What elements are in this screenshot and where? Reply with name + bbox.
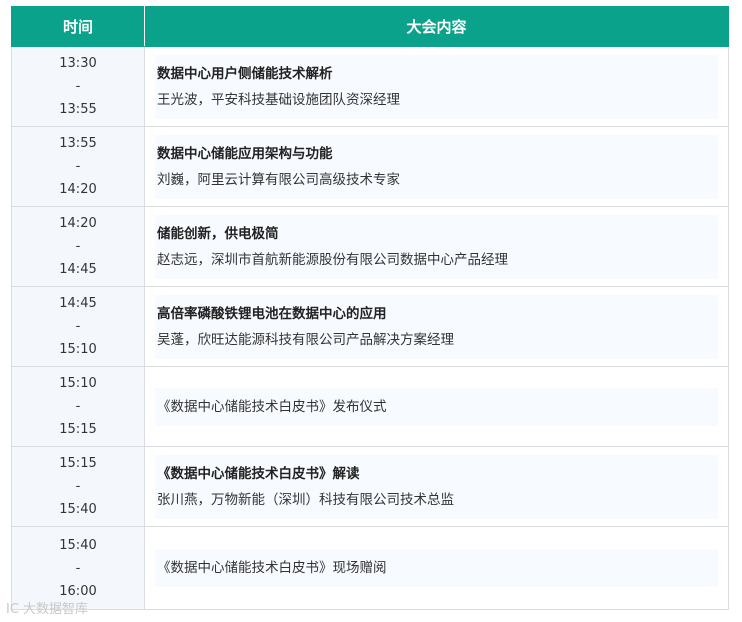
time-cell: 14:45 - 15:10 — [11, 286, 145, 367]
time-separator: - — [75, 239, 81, 254]
session-speaker: 张川燕，万物新能（深圳）科技有限公司技术总监 — [157, 491, 454, 508]
time-cell: 13:30 - 13:55 — [11, 46, 145, 127]
time-column-header: 时间 — [11, 6, 145, 47]
content-cell: 《数据中心储能技术白皮书》解读 张川燕，万物新能（深圳）科技有限公司技术总监 — [144, 446, 729, 527]
start-time: 14:20 — [59, 216, 97, 231]
time-cell: 15:15 - 15:40 — [11, 446, 145, 527]
time-cell: 13:55 - 14:20 — [11, 126, 145, 207]
session-topic: 高倍率磷酸铁锂电池在数据中心的应用 — [157, 305, 387, 322]
content-cell: 《数据中心储能技术白皮书》现场赠阅 — [144, 526, 729, 610]
end-time: 13:55 — [59, 102, 97, 117]
end-time: 15:10 — [59, 342, 97, 357]
time-cell: 15:10 - 15:15 — [11, 366, 145, 447]
end-time: 15:15 — [59, 422, 97, 437]
content-cell: 储能创新，供电极简 赵志远，深圳市首航新能源股份有限公司数据中心产品经理 — [144, 206, 729, 287]
time-separator: - — [75, 159, 81, 174]
start-time: 15:10 — [59, 376, 97, 391]
content-cell: 数据中心用户侧储能技术解析 王光波，平安科技基础设施团队资深经理 — [144, 46, 729, 127]
session-topic: 《数据中心储能技术白皮书》现场赠阅 — [157, 560, 387, 576]
start-time: 13:55 — [59, 136, 97, 151]
session-speaker: 王光波，平安科技基础设施团队资深经理 — [157, 91, 400, 108]
table-row: 14:20 - 14:45 储能创新，供电极简 赵志远，深圳市首航新能源股份有限… — [11, 206, 729, 287]
time-cell: 14:20 - 14:45 — [11, 206, 145, 287]
watermark-text: IC 大数据智库 — [6, 602, 89, 617]
table-row: 15:10 - 15:15 《数据中心储能技术白皮书》发布仪式 — [11, 366, 729, 447]
end-time: 15:40 — [59, 502, 97, 517]
time-separator: - — [75, 319, 81, 334]
table-row: 13:55 - 14:20 数据中心储能应用架构与功能 刘巍，阿里云计算有限公司… — [11, 126, 729, 207]
content-column-header: 大会内容 — [144, 6, 729, 47]
start-time: 15:15 — [59, 456, 97, 471]
session-topic: 《数据中心储能技术白皮书》发布仪式 — [157, 398, 387, 415]
end-time: 14:45 — [59, 262, 97, 277]
session-topic: 《数据中心储能技术白皮书》解读 — [157, 465, 360, 482]
content-cell: 高倍率磷酸铁锂电池在数据中心的应用 吴蓬，欣旺达能源科技有限公司产品解决方案经理 — [144, 286, 729, 367]
time-separator: - — [75, 399, 81, 414]
time-separator: - — [75, 560, 81, 576]
content-cell: 《数据中心储能技术白皮书》发布仪式 — [144, 366, 729, 447]
table-row: 15:15 - 15:40 《数据中心储能技术白皮书》解读 张川燕，万物新能（深… — [11, 446, 729, 527]
session-speaker: 刘巍，阿里云计算有限公司高级技术专家 — [157, 171, 400, 188]
time-separator: - — [75, 479, 81, 494]
table-row: 15:40 - 16:00 《数据中心储能技术白皮书》现场赠阅 — [11, 526, 729, 610]
content-cell: 数据中心储能应用架构与功能 刘巍，阿里云计算有限公司高级技术专家 — [144, 126, 729, 207]
session-speaker: 吴蓬，欣旺达能源科技有限公司产品解决方案经理 — [157, 331, 454, 348]
agenda-table: 时间 大会内容 13:30 - 13:55 数据中心用户侧储能技术解析 王光波，… — [11, 6, 729, 610]
start-time: 15:40 — [59, 537, 97, 553]
end-time: 14:20 — [59, 182, 97, 197]
session-speaker: 赵志远，深圳市首航新能源股份有限公司数据中心产品经理 — [157, 251, 508, 268]
session-topic: 储能创新，供电极简 — [157, 225, 279, 242]
table-row: 14:45 - 15:10 高倍率磷酸铁锂电池在数据中心的应用 吴蓬，欣旺达能源… — [11, 286, 729, 367]
start-time: 14:45 — [59, 296, 97, 311]
session-topic: 数据中心储能应用架构与功能 — [157, 145, 333, 162]
header-row: 时间 大会内容 — [11, 6, 729, 47]
start-time: 13:30 — [59, 56, 97, 71]
table-row: 13:30 - 13:55 数据中心用户侧储能技术解析 王光波，平安科技基础设施… — [11, 46, 729, 127]
session-topic: 数据中心用户侧储能技术解析 — [157, 65, 333, 82]
time-separator: - — [75, 79, 81, 94]
